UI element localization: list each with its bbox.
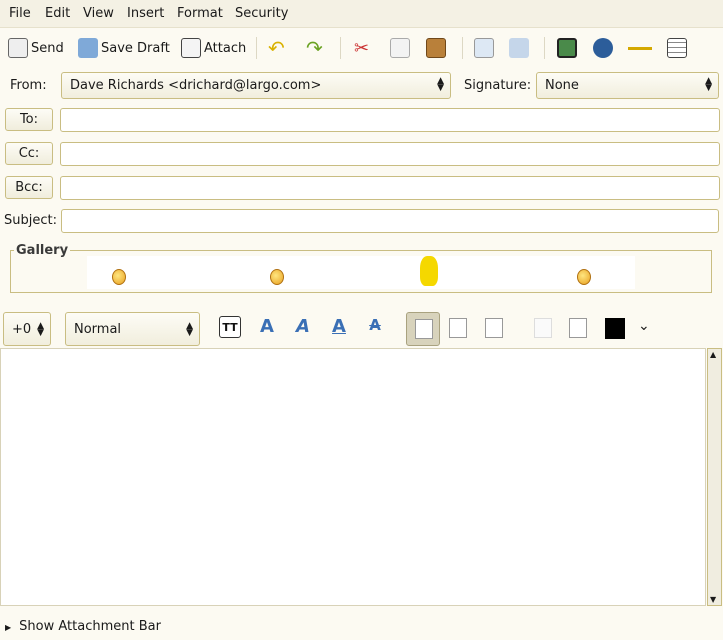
menu-file[interactable]: File	[9, 6, 31, 21]
spellcheck-icon	[509, 38, 529, 58]
underline-button[interactable]: A	[327, 316, 351, 340]
save-draft-label: Save Draft	[101, 40, 170, 56]
envelope-icon	[8, 38, 28, 58]
from-select[interactable]: Dave Richards <drichard@largo.com> ▲ ▼	[61, 72, 451, 99]
text-color-button[interactable]	[605, 318, 625, 339]
tt-icon: TT	[222, 321, 238, 334]
insert-image-button[interactable]	[557, 37, 577, 59]
to-input[interactable]	[60, 108, 720, 132]
strikethrough-a-icon: A	[369, 316, 381, 334]
copy-button[interactable]	[390, 37, 410, 59]
cc-button[interactable]: Cc:	[5, 142, 53, 165]
updown-icon: ▲ ▼	[705, 76, 712, 93]
bcc-button[interactable]: Bcc:	[5, 176, 53, 199]
smiley-icon[interactable]	[270, 269, 284, 285]
chevron-down-icon: ⌄	[638, 318, 650, 334]
gallery-title: Gallery	[14, 243, 71, 258]
save-draft-icon	[78, 38, 98, 58]
find-button[interactable]	[474, 37, 494, 59]
copy-icon	[390, 38, 410, 58]
menu-format[interactable]: Format	[177, 6, 223, 21]
cut-button[interactable]: ✂	[354, 37, 369, 59]
from-label: From:	[10, 78, 47, 93]
insert-link-button[interactable]	[593, 37, 613, 59]
insert-table-button[interactable]	[667, 37, 687, 59]
paste-button[interactable]	[426, 37, 446, 59]
signature-value: None	[545, 78, 579, 93]
underline-a-icon: A	[332, 316, 346, 337]
save-draft-button[interactable]: Save Draft	[78, 37, 170, 59]
image-icon	[557, 38, 577, 58]
align-left-icon	[415, 319, 433, 339]
redo-button[interactable]: ↷	[306, 36, 323, 60]
outdent-button[interactable]	[534, 318, 552, 338]
font-size-spinner[interactable]: +0 ▲ ▼	[3, 312, 51, 346]
bold-button[interactable]: A	[255, 316, 279, 340]
dancing-banana-icon[interactable]	[420, 256, 438, 286]
send-label: Send	[31, 40, 64, 56]
indent-button[interactable]	[569, 318, 587, 338]
main-toolbar: Send Save Draft Attach ↶ ↷ ✂	[0, 29, 723, 67]
updown-icon: ▲ ▼	[37, 321, 44, 338]
bcc-input[interactable]	[60, 176, 720, 200]
redo-icon: ↷	[306, 36, 323, 60]
from-value: Dave Richards <drichard@largo.com>	[70, 78, 322, 93]
menu-view[interactable]: View	[83, 6, 114, 21]
bold-a-icon: A	[260, 316, 274, 337]
paperclip-icon	[181, 38, 201, 58]
separator	[256, 37, 257, 59]
menu-insert[interactable]: Insert	[127, 6, 164, 21]
updown-icon: ▲ ▼	[186, 321, 193, 338]
to-button[interactable]: To:	[5, 108, 53, 131]
menu-security[interactable]: Security	[235, 6, 288, 21]
font-size-value: +0	[12, 322, 32, 337]
magnifier-icon	[474, 38, 494, 58]
cc-input[interactable]	[60, 142, 720, 166]
angel-smiley-icon[interactable]	[112, 269, 126, 285]
subject-input[interactable]	[61, 209, 719, 233]
signature-select[interactable]: None ▲ ▼	[536, 72, 719, 99]
menubar: File Edit View Insert Format Security	[0, 0, 723, 28]
menu-edit[interactable]: Edit	[45, 6, 70, 21]
separator	[340, 37, 341, 59]
separator	[462, 37, 463, 59]
updown-icon: ▲ ▼	[437, 76, 444, 93]
more-formatting-button[interactable]: ⌄	[638, 318, 650, 334]
spellcheck-button[interactable]	[509, 37, 529, 59]
align-left-button[interactable]	[406, 312, 440, 346]
send-button[interactable]: Send	[8, 37, 64, 59]
grin-smiley-icon[interactable]	[577, 269, 591, 285]
attachment-bar-toggle[interactable]: ▶ Show Attachment Bar	[5, 619, 161, 634]
teletype-button[interactable]: TT	[219, 316, 241, 338]
paragraph-style-value: Normal	[74, 322, 122, 337]
signature-label: Signature:	[464, 78, 532, 93]
clipboard-icon	[426, 38, 446, 58]
insert-rule-button[interactable]	[628, 37, 652, 59]
scroll-down-icon[interactable]: ▼	[710, 595, 716, 604]
separator	[544, 37, 545, 59]
align-center-button[interactable]	[449, 318, 467, 338]
attach-button[interactable]: Attach	[181, 37, 246, 59]
paragraph-style-select[interactable]: Normal ▲ ▼	[65, 312, 200, 346]
expander-arrow-icon: ▶	[5, 623, 12, 632]
scissors-icon: ✂	[354, 37, 370, 59]
editor-scrollbar[interactable]: ▲ ▼	[707, 348, 722, 606]
strikethrough-button[interactable]: A	[363, 316, 387, 340]
subject-label: Subject:	[4, 213, 57, 228]
attachment-bar-label: Show Attachment Bar	[19, 619, 161, 634]
message-body-editor[interactable]	[0, 348, 706, 606]
italic-button[interactable]: A	[291, 316, 315, 340]
table-icon	[667, 38, 687, 58]
gallery-strip	[87, 256, 635, 289]
horizontal-rule-icon	[628, 46, 652, 50]
italic-a-icon: A	[296, 316, 310, 337]
attach-label: Attach	[204, 40, 247, 56]
align-right-button[interactable]	[485, 318, 503, 338]
globe-icon	[593, 38, 613, 58]
undo-button[interactable]: ↶	[268, 36, 285, 60]
scroll-up-icon[interactable]: ▲	[710, 350, 716, 359]
undo-icon: ↶	[268, 36, 285, 60]
